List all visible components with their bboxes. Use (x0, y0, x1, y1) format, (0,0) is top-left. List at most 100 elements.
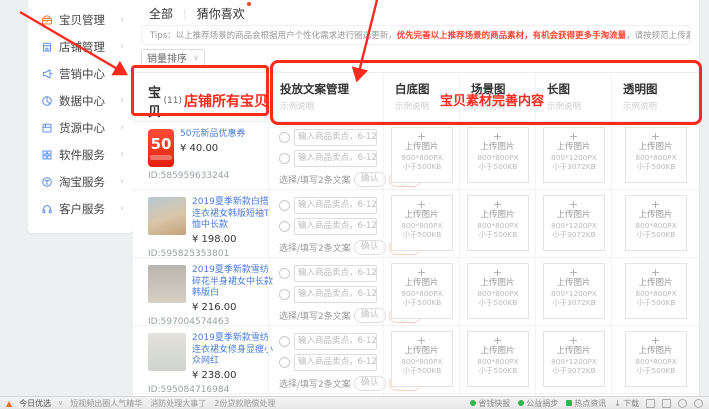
upload-image-button[interactable]: +上传图片800*1200PX小于3072KB (543, 263, 605, 319)
sidebar-item-2[interactable]: 店铺管理› (28, 33, 133, 60)
column-sub-link[interactable]: 示例说明 (623, 100, 699, 112)
column-sub-link[interactable]: 示例说明 (547, 100, 611, 112)
column-header-1: 投放文案管理示例说明 (268, 73, 383, 121)
upload-image-button[interactable]: +上传图片800*800PX小于500KB (625, 195, 687, 251)
sidebar-item-5[interactable]: 货源中心› (28, 114, 133, 141)
upload-size-spec: 800*800PX (394, 221, 449, 229)
upload-image-button[interactable]: +上传图片800*800PX小于500KB (391, 127, 453, 183)
sidebar-item-6[interactable]: 软件服务› (28, 141, 133, 168)
product-id: ID:585959633244 (148, 171, 264, 181)
tips-highlight: 优先完善以上推荐场景的商品素材，有机会获得更多手淘流量 (397, 29, 627, 41)
status-label: 公益捐步 (526, 398, 558, 409)
sidebar-item-label: 客户服务 (59, 201, 105, 217)
status-item-下载[interactable]: ↓下载 (614, 398, 639, 409)
upload-limit-spec: 小于500KB (628, 366, 683, 374)
upload-image-button[interactable]: +上传图片800*800PX小于500KB (391, 331, 453, 387)
upload-label: 上传图片 (544, 278, 604, 289)
bottom-bar-menu[interactable]: 今日优选 (19, 398, 51, 409)
upload-image-button[interactable]: +上传图片800*800PX小于500KB (625, 127, 687, 183)
checkbox[interactable] (279, 357, 290, 368)
ticker-item[interactable]: 消防处理大事了 (150, 399, 206, 408)
status-item-省钱快报[interactable]: 省钱快报 (470, 398, 510, 409)
selling-point-input[interactable]: 输入商品卖点，6-12字 (294, 150, 377, 167)
confirm-button[interactable]: 确认 (354, 172, 386, 187)
selling-point-input[interactable]: 输入商品卖点，6-12字 (294, 354, 377, 371)
upload-image-button[interactable]: +上传图片800*1200PX小于3072KB (543, 331, 605, 387)
upload-label: 上传图片 (468, 142, 528, 153)
tab-all[interactable]: 全部 (149, 5, 173, 22)
settings-icon[interactable] (678, 399, 687, 408)
product-title-link[interactable]: 2019夏季新款雪纺碎花半身裙女中长款韩版白 (192, 265, 276, 300)
sort-dropdown[interactable]: 销量排序 ∨ (141, 49, 205, 66)
selling-point-input[interactable]: 输入商品卖点，6-12字 (294, 129, 377, 146)
upload-image-button[interactable]: +上传图片800*800PX小于500KB (467, 127, 529, 183)
headset-icon (41, 203, 53, 215)
sidebar-item-7[interactable]: 淘宝服务› (28, 168, 133, 195)
selling-point-input[interactable]: 输入商品卖点，6-12字 (294, 286, 377, 303)
upload-image-button[interactable]: +上传图片800*800PX小于500KB (467, 331, 529, 387)
upload-label: 上传图片 (544, 142, 604, 153)
ticker-item[interactable]: 短视频出圈人气精华 (70, 399, 142, 408)
selling-point-input[interactable]: 输入商品卖点，6-12字 (294, 333, 377, 350)
checkbox[interactable] (279, 153, 290, 164)
tips-text: Tips：以上推荐场景的商品会根据用户个性化需求进行圈选更新， (150, 29, 397, 41)
checkbox[interactable] (279, 200, 290, 211)
app-grid-icon (41, 149, 53, 161)
sidebar-item-8[interactable]: 客户服务› (28, 195, 133, 222)
skin-icon[interactable] (646, 399, 655, 408)
annotation-material-text: 宝贝素材完善内容 (440, 90, 544, 109)
sort-label: 销量排序 (147, 50, 187, 65)
upload-limit-spec: 小于500KB (470, 298, 525, 306)
window-icon[interactable] (662, 399, 671, 408)
upload-image-button[interactable]: +上传图片800*800PX小于500KB (625, 331, 687, 387)
checkbox[interactable] (279, 336, 290, 347)
upload-image-button[interactable]: +上传图片800*800PX小于500KB (467, 263, 529, 319)
sidebar-item-4[interactable]: 数据中心› (28, 87, 133, 114)
upload-image-button[interactable]: +上传图片800*1200PX小于3072KB (543, 127, 605, 183)
chevron-right-icon: › (120, 96, 124, 106)
browser-bottom-bar: ▲ 今日优选 ∨ 短视频出圈人气精华消防处理大事了2份贷款赔偿处理 省钱快报公益… (0, 396, 709, 409)
tips-banner: Tips：以上推荐场景的商品会根据用户个性化需求进行圈选更新，优先完善以上推荐场… (141, 25, 691, 45)
product-price: ¥ 238.00 (192, 370, 276, 381)
column-sub-link[interactable]: 示例说明 (280, 100, 383, 112)
ticker-item[interactable]: 2份贷款赔偿处理 (214, 399, 275, 408)
tab-guess-you-like[interactable]: 猜你喜欢 (197, 5, 245, 22)
upload-label: 上传图片 (626, 278, 686, 289)
selling-point-input[interactable]: 输入商品卖点，6-12字 (294, 265, 377, 282)
product-info: 50元新品优惠券¥ 40.00 (180, 129, 264, 167)
sidebar-item-label: 淘宝服务 (59, 174, 105, 190)
upload-limit-spec: 小于500KB (394, 298, 449, 306)
status-item-热点资讯[interactable]: 热点资讯 (566, 398, 606, 409)
selling-point-input[interactable]: 输入商品卖点，6-12字 (294, 197, 377, 214)
sidebar-item-3[interactable]: 营销中心› (28, 60, 133, 87)
product-title-link[interactable]: 50元新品优惠券 (180, 129, 264, 141)
product-info: 2019夏季新款白搭连衣裙女韩版短袖T恤中长款¥ 198.00 (192, 197, 276, 245)
confirm-button[interactable]: 确认 (354, 376, 386, 391)
shop-icon (41, 41, 53, 53)
upload-size-spec: 800*800PX (628, 289, 683, 297)
selling-point-input[interactable]: 输入商品卖点，6-12字 (294, 218, 377, 235)
green-square-icon (566, 400, 572, 406)
confirm-button[interactable]: 确认 (354, 308, 386, 323)
plus-icon: + (468, 335, 528, 346)
checkbox[interactable] (279, 289, 290, 300)
megaphone-icon (41, 68, 53, 80)
confirm-button[interactable]: 确认 (354, 240, 386, 255)
checkbox[interactable] (279, 268, 290, 279)
upload-image-button[interactable]: +上传图片800*1200PX小于3072KB (543, 195, 605, 251)
upload-size-spec: 800*800PX (470, 289, 525, 297)
upload-image-button[interactable]: +上传图片800*800PX小于500KB (625, 263, 687, 319)
checkbox[interactable] (279, 221, 290, 232)
checkbox[interactable] (279, 132, 290, 143)
upload-image-button[interactable]: +上传图片800*800PX小于500KB (391, 195, 453, 251)
upload-size-spec: 800*800PX (470, 221, 525, 229)
upload-image-button[interactable]: +上传图片800*800PX小于500KB (467, 195, 529, 251)
upload-image-button[interactable]: +上传图片800*800PX小于500KB (391, 263, 453, 319)
upload-cell-场景图: +上传图片800*800PX小于500KB (459, 258, 535, 327)
plus-icon: + (626, 335, 686, 346)
product-title-link[interactable]: 2019夏季新款白搭连衣裙女韩版短袖T恤中长款 (192, 197, 276, 232)
product-title-link[interactable]: 2019夏季新款雪纺连衣裙女修身显瘦小众网红 (192, 333, 276, 368)
status-item-公益捐步[interactable]: 公益捐步 (518, 398, 558, 409)
sidebar-item-1[interactable]: 宝贝管理› (28, 6, 133, 33)
help-icon[interactable] (694, 399, 703, 408)
